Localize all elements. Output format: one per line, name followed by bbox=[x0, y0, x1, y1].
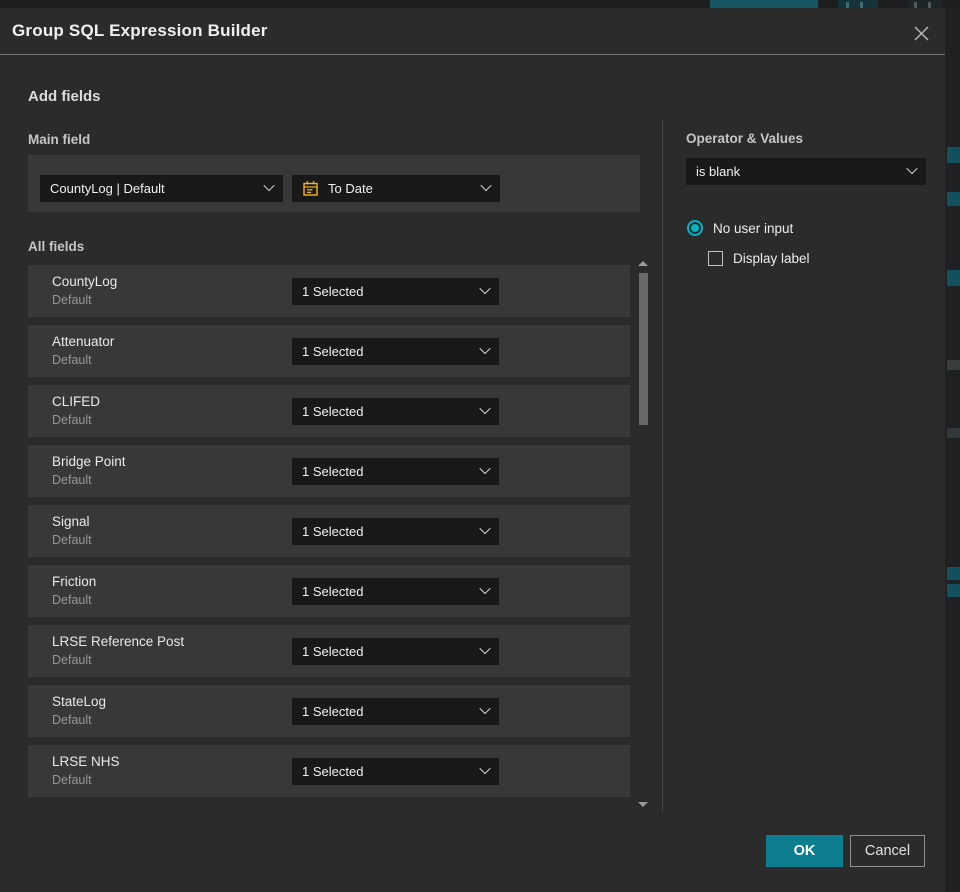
field-row-friction: Friction Default 1 Selected bbox=[28, 565, 630, 617]
field-row-lrse-nhs: LRSE NHS Default 1 Selected bbox=[28, 745, 630, 797]
no-user-input-radio[interactable]: No user input bbox=[687, 220, 793, 236]
field-selection-dropdown[interactable]: 1 Selected bbox=[292, 278, 499, 305]
chevron-down-icon bbox=[479, 702, 491, 715]
field-name: Bridge Point bbox=[52, 454, 126, 469]
chevron-down-icon bbox=[480, 179, 492, 192]
operator-select[interactable]: is blank bbox=[686, 158, 926, 185]
chevron-down-icon bbox=[263, 179, 275, 192]
chevron-down-icon bbox=[906, 162, 918, 175]
field-sublabel: Default bbox=[52, 353, 92, 367]
background-app-strip: Live view bbox=[0, 0, 960, 8]
field-selection-dropdown[interactable]: 1 Selected bbox=[292, 698, 499, 725]
background-toolbar-icon bbox=[838, 0, 878, 8]
chevron-down-icon bbox=[479, 762, 491, 775]
main-field-label: Main field bbox=[28, 132, 91, 147]
field-row-attenuator: Attenuator Default 1 Selected bbox=[28, 325, 630, 377]
checkbox-unchecked-icon bbox=[708, 251, 723, 266]
background-toolbar-icon bbox=[908, 0, 942, 8]
field-sublabel: Default bbox=[52, 713, 92, 727]
field-selection-dropdown[interactable]: 1 Selected bbox=[292, 518, 499, 545]
selection-count: 1 Selected bbox=[302, 644, 364, 659]
field-selection-dropdown[interactable]: 1 Selected bbox=[292, 578, 499, 605]
field-name: LRSE Reference Post bbox=[52, 634, 185, 649]
field-sublabel: Default bbox=[52, 653, 92, 667]
field-row-clifed: CLIFED Default 1 Selected bbox=[28, 385, 630, 437]
operator-value: is blank bbox=[696, 164, 741, 179]
add-fields-heading: Add fields bbox=[28, 88, 101, 105]
field-row-bridge-point: Bridge Point Default 1 Selected bbox=[28, 445, 630, 497]
ok-button[interactable]: OK bbox=[766, 835, 843, 867]
main-field-type-value: To Date bbox=[328, 181, 373, 196]
screen: Live view Group SQL Expression Builder bbox=[0, 0, 960, 892]
field-name: CountyLog bbox=[52, 274, 118, 289]
display-label-checkbox[interactable]: Display label bbox=[708, 251, 810, 266]
selection-count: 1 Selected bbox=[302, 584, 364, 599]
field-selection-dropdown[interactable]: 1 Selected bbox=[292, 338, 499, 365]
field-sublabel: Default bbox=[52, 473, 92, 487]
main-field-select-value: CountyLog | Default bbox=[50, 181, 165, 196]
field-name: CLIFED bbox=[52, 394, 101, 409]
scrollbar-down-arrow[interactable] bbox=[638, 802, 648, 807]
chevron-down-icon bbox=[479, 522, 491, 535]
chevron-down-icon bbox=[479, 282, 491, 295]
no-user-input-label: No user input bbox=[713, 220, 794, 236]
display-label-text: Display label bbox=[733, 251, 810, 266]
field-row-countylog: CountyLog Default 1 Selected bbox=[28, 265, 630, 317]
live-view-button[interactable]: Live view bbox=[710, 0, 818, 8]
dialog-title: Group SQL Expression Builder bbox=[12, 21, 268, 40]
selection-count: 1 Selected bbox=[302, 404, 364, 419]
close-icon[interactable] bbox=[907, 22, 935, 44]
radio-selected-icon bbox=[687, 220, 703, 236]
operator-values-label: Operator & Values bbox=[686, 131, 804, 146]
chevron-down-icon bbox=[479, 582, 491, 595]
field-name: Signal bbox=[52, 514, 90, 529]
selection-count: 1 Selected bbox=[302, 464, 364, 479]
selection-count: 1 Selected bbox=[302, 764, 364, 779]
field-selection-dropdown[interactable]: 1 Selected bbox=[292, 398, 499, 425]
background-app-sliver bbox=[945, 8, 960, 892]
calendar-date-icon bbox=[303, 181, 318, 196]
field-selection-dropdown[interactable]: 1 Selected bbox=[292, 638, 499, 665]
selection-count: 1 Selected bbox=[302, 524, 364, 539]
selection-count: 1 Selected bbox=[302, 284, 364, 299]
field-row-lrse-reference-post: LRSE Reference Post Default 1 Selected bbox=[28, 625, 630, 677]
all-fields-label: All fields bbox=[28, 239, 85, 254]
field-sublabel: Default bbox=[52, 593, 92, 607]
chevron-down-icon bbox=[479, 642, 491, 655]
field-sublabel: Default bbox=[52, 533, 92, 547]
field-sublabel: Default bbox=[52, 413, 92, 427]
chevron-down-icon bbox=[479, 462, 491, 475]
field-sublabel: Default bbox=[52, 293, 92, 307]
scrollbar-thumb[interactable] bbox=[639, 273, 648, 425]
field-name: Attenuator bbox=[52, 334, 115, 349]
field-selection-dropdown[interactable]: 1 Selected bbox=[292, 458, 499, 485]
field-name: StateLog bbox=[52, 694, 107, 709]
field-sublabel: Default bbox=[52, 773, 92, 787]
field-name: Friction bbox=[52, 574, 97, 589]
chevron-down-icon bbox=[479, 342, 491, 355]
dialog-header: Group SQL Expression Builder bbox=[0, 8, 945, 55]
scrollbar-up-arrow[interactable] bbox=[638, 261, 648, 266]
main-field-type-select[interactable]: To Date bbox=[292, 175, 500, 202]
chevron-down-icon bbox=[479, 402, 491, 415]
field-row-statelog: StateLog Default 1 Selected bbox=[28, 685, 630, 737]
main-field-container: CountyLog | Default To Date bbox=[28, 155, 640, 212]
selection-count: 1 Selected bbox=[302, 704, 364, 719]
field-row-signal: Signal Default 1 Selected bbox=[28, 505, 630, 557]
selection-count: 1 Selected bbox=[302, 344, 364, 359]
group-sql-expression-builder-dialog: Group SQL Expression Builder Add fields … bbox=[0, 8, 945, 892]
panel-divider bbox=[662, 120, 663, 812]
main-field-select[interactable]: CountyLog | Default bbox=[40, 175, 283, 202]
cancel-button[interactable]: Cancel bbox=[850, 835, 925, 867]
field-name: LRSE NHS bbox=[52, 754, 120, 769]
field-selection-dropdown[interactable]: 1 Selected bbox=[292, 758, 499, 785]
